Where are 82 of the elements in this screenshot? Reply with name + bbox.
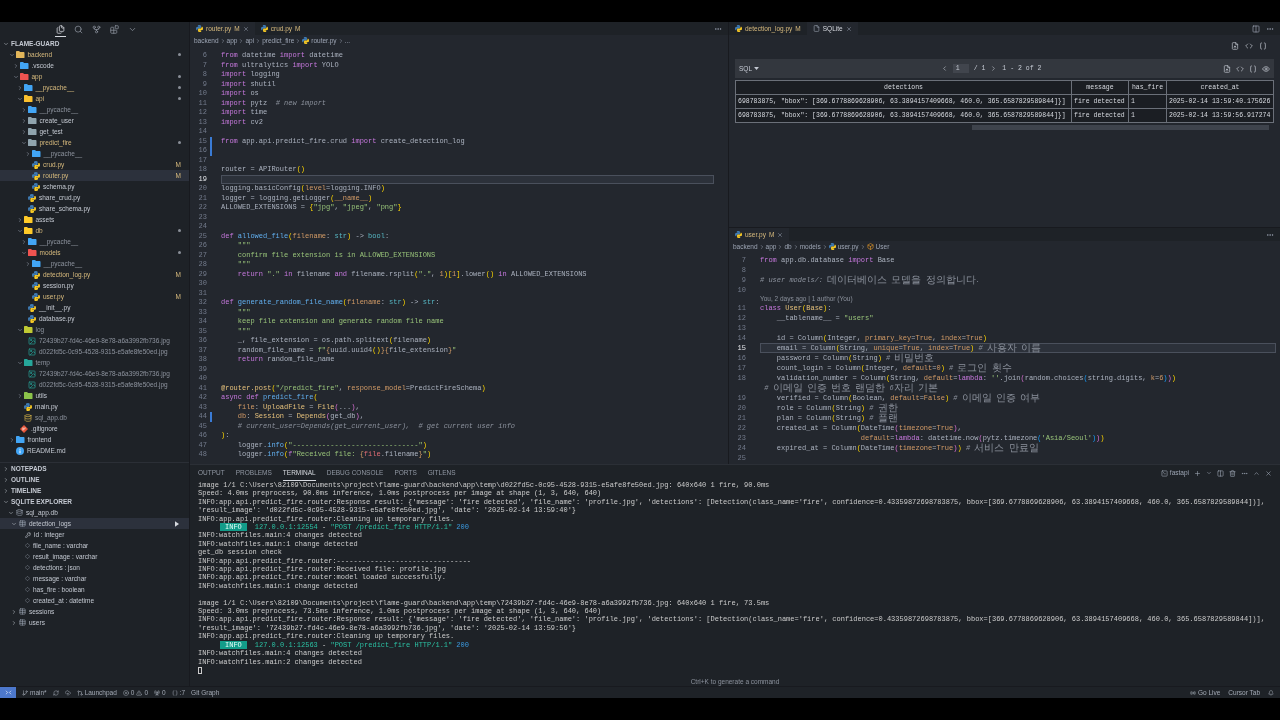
- split-icon[interactable]: [1217, 469, 1224, 477]
- python-logo-icon: [32, 171, 40, 180]
- image-file-icon: [28, 369, 36, 378]
- chevron-right-icon: [777, 243, 784, 250]
- eye-icon[interactable]: [1262, 64, 1270, 73]
- python-logo-icon: [302, 37, 310, 44]
- python-logo-icon: [28, 303, 36, 312]
- chevron-right-icon: [337, 37, 344, 44]
- chevron-right-icon: [859, 243, 866, 250]
- files-icon: [56, 24, 65, 34]
- image-file-icon: [28, 380, 36, 389]
- python-logo-icon: [735, 231, 742, 238]
- python-logo-icon: [32, 292, 40, 301]
- search-icon: [74, 24, 83, 34]
- chevron-right-icon: [255, 37, 262, 44]
- close-icon[interactable]: [1265, 469, 1272, 477]
- python-logo-icon: [32, 281, 40, 290]
- python-logo-icon: [196, 25, 203, 32]
- table-icon: [19, 619, 26, 626]
- code-icon[interactable]: [1236, 64, 1244, 73]
- braces-icon: [171, 689, 178, 696]
- scrollbar-thumb[interactable]: [972, 125, 1269, 130]
- table-icon: [19, 608, 26, 615]
- python-logo-icon: [735, 25, 742, 32]
- python-logo-icon: [32, 270, 40, 279]
- chevron-right-icon: [758, 243, 765, 250]
- warning-icon: [136, 689, 143, 696]
- previous-page-icon[interactable]: [940, 65, 948, 72]
- chevron-right-icon: [295, 37, 302, 44]
- code-icon[interactable]: [1245, 42, 1253, 50]
- extensions-button[interactable]: [109, 22, 120, 37]
- split-editor-icon[interactable]: [1252, 24, 1260, 33]
- caret-icon: [754, 67, 759, 70]
- python-logo-icon: [28, 193, 36, 202]
- plus-icon[interactable]: [1194, 469, 1201, 477]
- sync-icon[interactable]: [52, 689, 59, 696]
- trash-icon[interactable]: [1229, 469, 1236, 477]
- braces-icon[interactable]: [1249, 64, 1257, 73]
- blocks-icon: [110, 24, 119, 34]
- python-logo-icon: [24, 402, 32, 411]
- pull-request-icon: [76, 689, 83, 696]
- table-icon: [19, 520, 26, 527]
- braces-icon[interactable]: [1259, 42, 1267, 50]
- python-logo-icon: [28, 204, 36, 213]
- file-arrow-icon[interactable]: [1223, 64, 1231, 73]
- radio-tower-icon: [154, 689, 161, 696]
- chevron-right-icon: [792, 243, 799, 250]
- chevron-up-icon[interactable]: [1253, 469, 1260, 477]
- database-icon: [16, 509, 23, 516]
- chevron-down-icon[interactable]: [1206, 470, 1212, 476]
- close-icon[interactable]: [242, 25, 249, 32]
- branch-icon: [92, 24, 101, 34]
- branch-icon: [22, 689, 28, 696]
- python-logo-icon: [28, 314, 36, 323]
- chevron-right-icon: [821, 243, 828, 250]
- next-page-icon[interactable]: [990, 65, 998, 72]
- image-file-icon: [28, 336, 36, 345]
- cube-icon: [866, 243, 874, 250]
- git-icon: [20, 424, 28, 433]
- terminal-cursor-icon: [198, 666, 202, 674]
- python-logo-icon: [32, 160, 40, 169]
- file-arrow-icon[interactable]: [1231, 42, 1239, 50]
- explorer-button[interactable]: [55, 22, 66, 37]
- image-file-icon: [28, 347, 36, 356]
- bell-icon[interactable]: [1268, 689, 1274, 696]
- error-icon: [122, 689, 129, 696]
- chevron-right-icon: [219, 37, 226, 44]
- remote-icon: [4, 689, 12, 696]
- broadcast-icon: [1189, 689, 1196, 696]
- play-icon[interactable]: [175, 520, 179, 527]
- remote-button[interactable]: [0, 687, 16, 698]
- terminal-icon: [1160, 469, 1168, 477]
- python-logo-icon: [828, 243, 836, 250]
- cloud-upload-icon[interactable]: [64, 689, 71, 696]
- close-icon[interactable]: [845, 25, 852, 32]
- database-icon: [24, 413, 32, 422]
- close-icon[interactable]: [777, 231, 784, 238]
- python-logo-icon: [32, 182, 40, 191]
- info-icon: [16, 446, 24, 455]
- chevron-right-icon: [238, 37, 245, 44]
- python-logo-icon: [260, 25, 268, 32]
- file-icon: [812, 25, 820, 32]
